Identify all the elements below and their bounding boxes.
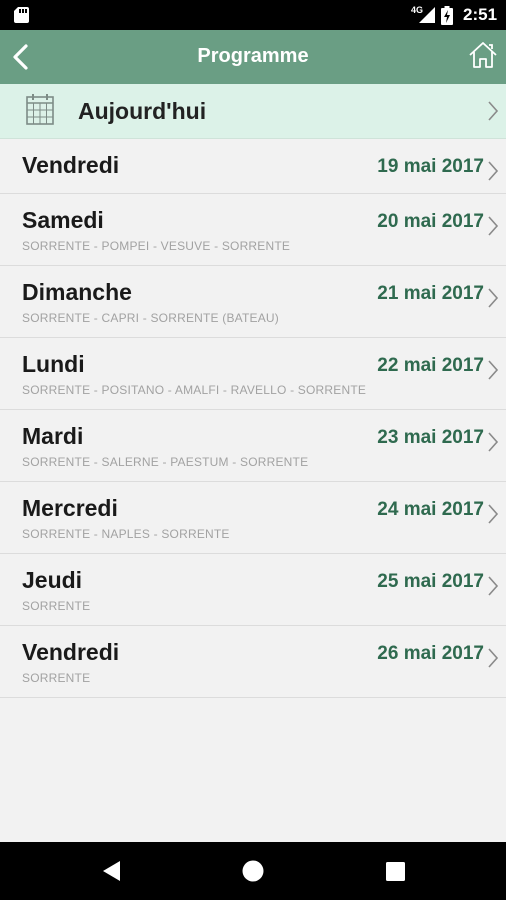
home-icon[interactable]: [468, 40, 498, 70]
today-label: Aujourd'hui: [78, 98, 207, 124]
day-name: Vendredi: [22, 152, 120, 178]
chevron-right-icon: [488, 216, 499, 236]
day-route: SORRENTE - POMPEI - VESUVE - SORRENTE: [22, 239, 291, 253]
chevron-right-icon: [488, 576, 499, 596]
day-name: Mardi: [22, 423, 84, 449]
day-date: 19 mai 2017: [377, 156, 484, 177]
day-date: 25 mai 2017: [377, 571, 484, 592]
day-route: SORRENTE - SALERNE - PAESTUM - SORRENTE: [22, 455, 309, 469]
chevron-right-icon: [488, 432, 499, 452]
day-route: SORRENTE - POSITANO - AMALFI - RAVELLO -…: [22, 383, 367, 397]
day-route: SORRENTE - NAPLES - SORRENTE: [22, 527, 230, 541]
clock: 2:51: [463, 5, 498, 24]
day-row[interactable]: Mercredi 24 mai 2017 SORRENTE - NAPLES -…: [0, 482, 506, 554]
day-date: 24 mai 2017: [377, 499, 484, 520]
day-date: 23 mai 2017: [377, 427, 484, 448]
day-name: Samedi: [22, 207, 104, 233]
day-row[interactable]: Samedi 20 mai 2017 SORRENTE - POMPEI - V…: [0, 194, 506, 266]
chevron-right-icon: [488, 288, 499, 308]
day-row[interactable]: Jeudi 25 mai 2017 SORRENTE: [0, 554, 506, 626]
back-triangle-icon[interactable]: [102, 860, 122, 882]
day-date: 21 mai 2017: [377, 283, 484, 304]
day-route: SORRENTE: [22, 671, 91, 685]
day-row[interactable]: Vendredi 19 mai 2017: [0, 139, 506, 194]
day-route: SORRENTE - CAPRI - SORRENTE (BATEAU): [22, 311, 279, 325]
chevron-right-icon: [488, 360, 499, 380]
chevron-right-icon: [488, 648, 499, 668]
day-route: SORRENTE: [22, 599, 91, 613]
app-bar: Programme: [0, 30, 506, 84]
day-date: 22 mai 2017: [377, 355, 484, 376]
day-name: Jeudi: [22, 567, 83, 593]
day-name: Mercredi: [22, 495, 118, 521]
status-bar: 4G 2:51: [0, 0, 506, 30]
chevron-right-icon: [488, 161, 499, 181]
home-circle-icon[interactable]: [242, 860, 264, 882]
day-row[interactable]: Dimanche 21 mai 2017 SORRENTE - CAPRI - …: [0, 266, 506, 338]
day-row[interactable]: Lundi 22 mai 2017 SORRENTE - POSITANO - …: [0, 338, 506, 410]
day-row[interactable]: Mardi 23 mai 2017 SORRENTE - SALERNE - P…: [0, 410, 506, 482]
day-name: Dimanche: [22, 279, 132, 305]
day-date: 20 mai 2017: [377, 211, 484, 232]
recent-apps-icon[interactable]: [386, 862, 405, 881]
signal-icon: [419, 7, 435, 23]
chevron-right-icon: [488, 504, 499, 524]
calendar-icon: [26, 94, 54, 125]
sim-card-icon: [14, 7, 29, 23]
day-list: Vendredi 19 mai 2017 Samedi 20 mai 2017 …: [0, 139, 506, 698]
page-title: Programme: [197, 45, 309, 67]
today-row[interactable]: Aujourd'hui: [0, 84, 506, 139]
chevron-right-icon: [488, 101, 499, 121]
day-name: Vendredi: [22, 639, 120, 665]
navigation-bar: [0, 842, 506, 900]
battery-icon: [441, 6, 453, 25]
day-name: Lundi: [22, 351, 85, 377]
day-date: 26 mai 2017: [377, 643, 484, 664]
day-row[interactable]: Vendredi 26 mai 2017 SORRENTE: [0, 626, 506, 698]
